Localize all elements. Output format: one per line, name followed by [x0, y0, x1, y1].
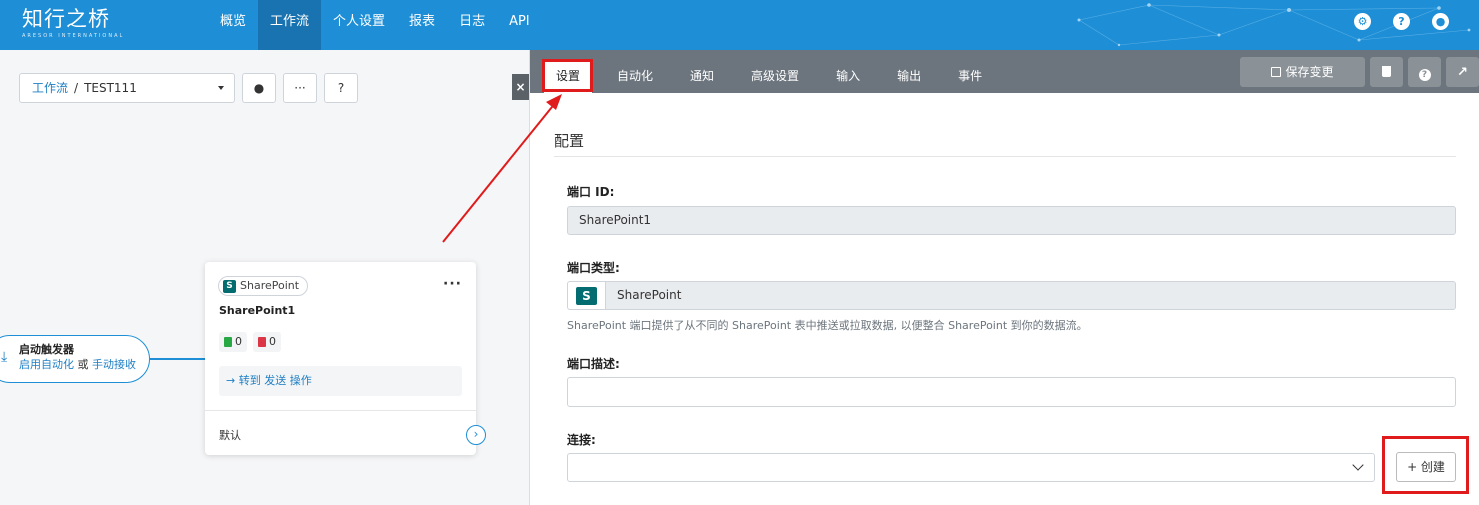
- port-type-icon-box: S: [567, 281, 605, 310]
- more-button[interactable]: ···: [283, 73, 317, 103]
- sharepoint-icon: S: [223, 279, 236, 293]
- create-button-highlight: [1382, 436, 1469, 494]
- sharepoint-icon: S: [576, 287, 597, 305]
- nav-profile[interactable]: 个人设置: [321, 0, 397, 50]
- connector-settings-panel: 设置 自动化 通知 高级设置 输入 输出 事件 保存变更 ? ↗ 配置 端口 I…: [529, 50, 1479, 505]
- tab-events[interactable]: 事件: [946, 60, 994, 93]
- card-title: SharePoint1: [219, 304, 296, 317]
- nav-reports[interactable]: 报表: [397, 0, 447, 50]
- trash-icon: [1382, 66, 1391, 77]
- port-id-label: 端口 ID:: [567, 185, 615, 199]
- logo-subtitle: ARESOR INTERNATIONAL: [22, 33, 125, 39]
- breadcrumb-separator: /: [74, 81, 79, 95]
- user-button[interactable]: ●: [242, 73, 276, 103]
- help-button[interactable]: ?: [324, 73, 358, 103]
- port-id-field[interactable]: SharePoint1: [567, 206, 1456, 235]
- top-nav-bar: 知行之桥 ARESOR INTERNATIONAL 概览 工作流 个人设置 报表…: [0, 0, 1479, 50]
- card-counts: 0 0: [219, 332, 281, 352]
- save-changes-button[interactable]: 保存变更: [1240, 57, 1365, 87]
- workflow-canvas[interactable]: 工作流 / TEST111 ● ··· ? ⤓ 启动触发器 启用自动化 或 手动接收…: [0, 50, 529, 505]
- save-label: 保存变更: [1285, 65, 1334, 79]
- main-nav: 概览 工作流 个人设置 报表 日志 API: [208, 0, 542, 50]
- tab-input[interactable]: 输入: [824, 60, 872, 93]
- tab-notifications[interactable]: 通知: [678, 60, 726, 93]
- connection-label: 连接:: [567, 433, 596, 447]
- user-icon: ●: [253, 81, 265, 95]
- error-count: 0: [269, 335, 276, 348]
- connector-card[interactable]: S SharePoint ··· SharePoint1 0 0 → 转到 发送…: [205, 262, 486, 455]
- success-file-icon: [224, 337, 232, 347]
- breadcrumb-current: TEST111: [84, 81, 137, 95]
- port-type-help-text: SharePoint 端口提供了从不同的 SharePoint 表中推送或拉取数…: [567, 319, 1088, 332]
- port-desc-label: 端口描述:: [567, 357, 620, 371]
- open-external-button[interactable]: ↗: [1446, 57, 1479, 87]
- tab-advanced[interactable]: 高级设置: [739, 60, 811, 93]
- download-icon: ⤓: [1, 349, 8, 365]
- goto-send-action-link[interactable]: → 转到 发送 操作: [219, 366, 462, 396]
- port-type-field: SharePoint: [605, 281, 1456, 310]
- breadcrumb[interactable]: 工作流 / TEST111: [19, 73, 235, 103]
- flow-connector: [150, 358, 206, 360]
- port-description-input[interactable]: [567, 377, 1456, 407]
- manual-receive-link[interactable]: 手动接收: [92, 358, 136, 371]
- connector-type-badge: S SharePoint: [218, 276, 309, 296]
- settings-tab-bar: 设置 自动化 通知 高级设置 输入 输出 事件 保存变更 ? ↗: [530, 50, 1479, 93]
- breadcrumb-root-link[interactable]: 工作流: [32, 81, 68, 95]
- nav-workflow[interactable]: 工作流: [258, 0, 322, 50]
- connector-type-text: SharePoint: [240, 279, 300, 292]
- trigger-links: 启用自动化 或 手动接收: [19, 357, 149, 373]
- card-divider: [205, 410, 476, 411]
- nav-logs[interactable]: 日志: [447, 0, 497, 50]
- help-icon: ?: [337, 81, 345, 95]
- delete-button[interactable]: [1370, 57, 1403, 87]
- top-icon-group: ⚙ ? ●: [1354, 13, 1449, 30]
- trigger-title: 启动触发器: [19, 343, 74, 356]
- user-icon[interactable]: ●: [1432, 13, 1449, 30]
- panel-help-button[interactable]: ?: [1408, 57, 1441, 87]
- next-step-button[interactable]: ›: [466, 425, 486, 445]
- external-link-icon: ↗: [1457, 65, 1468, 80]
- section-title: 配置: [554, 132, 585, 150]
- start-trigger-node[interactable]: ⤓ 启动触发器 启用自动化 或 手动接收: [0, 335, 150, 383]
- port-type-label: 端口类型:: [567, 261, 620, 275]
- gear-icon[interactable]: ⚙: [1354, 13, 1371, 30]
- enable-automation-link[interactable]: 启用自动化: [19, 358, 74, 371]
- nav-overview[interactable]: 概览: [208, 0, 258, 50]
- trigger-or: 或: [77, 358, 89, 371]
- error-count-badge[interactable]: 0: [253, 332, 281, 352]
- save-icon: [1271, 67, 1282, 77]
- default-output-label: 默认: [219, 429, 241, 442]
- logo-text: 知行之桥: [22, 7, 110, 31]
- nav-api[interactable]: API: [497, 0, 542, 50]
- connection-select[interactable]: [567, 453, 1375, 482]
- success-count: 0: [235, 335, 242, 348]
- card-more-button[interactable]: ···: [443, 276, 462, 292]
- help-icon: ?: [1418, 69, 1431, 81]
- chevron-down-icon: [1352, 459, 1364, 471]
- success-count-badge[interactable]: 0: [219, 332, 247, 352]
- brand-logo[interactable]: 知行之桥 ARESOR INTERNATIONAL: [22, 6, 124, 40]
- tab-output[interactable]: 输出: [885, 60, 933, 93]
- close-panel-button[interactable]: ×: [512, 74, 529, 100]
- chevron-down-icon[interactable]: [218, 86, 224, 90]
- tab-automation[interactable]: 自动化: [605, 60, 665, 93]
- settings-tab-highlight: [542, 59, 593, 92]
- help-icon[interactable]: ?: [1393, 13, 1410, 30]
- tab-list: 设置 自动化 通知 高级设置 输入 输出 事件: [544, 60, 1007, 93]
- error-file-icon: [258, 337, 266, 347]
- section-divider: [554, 156, 1456, 157]
